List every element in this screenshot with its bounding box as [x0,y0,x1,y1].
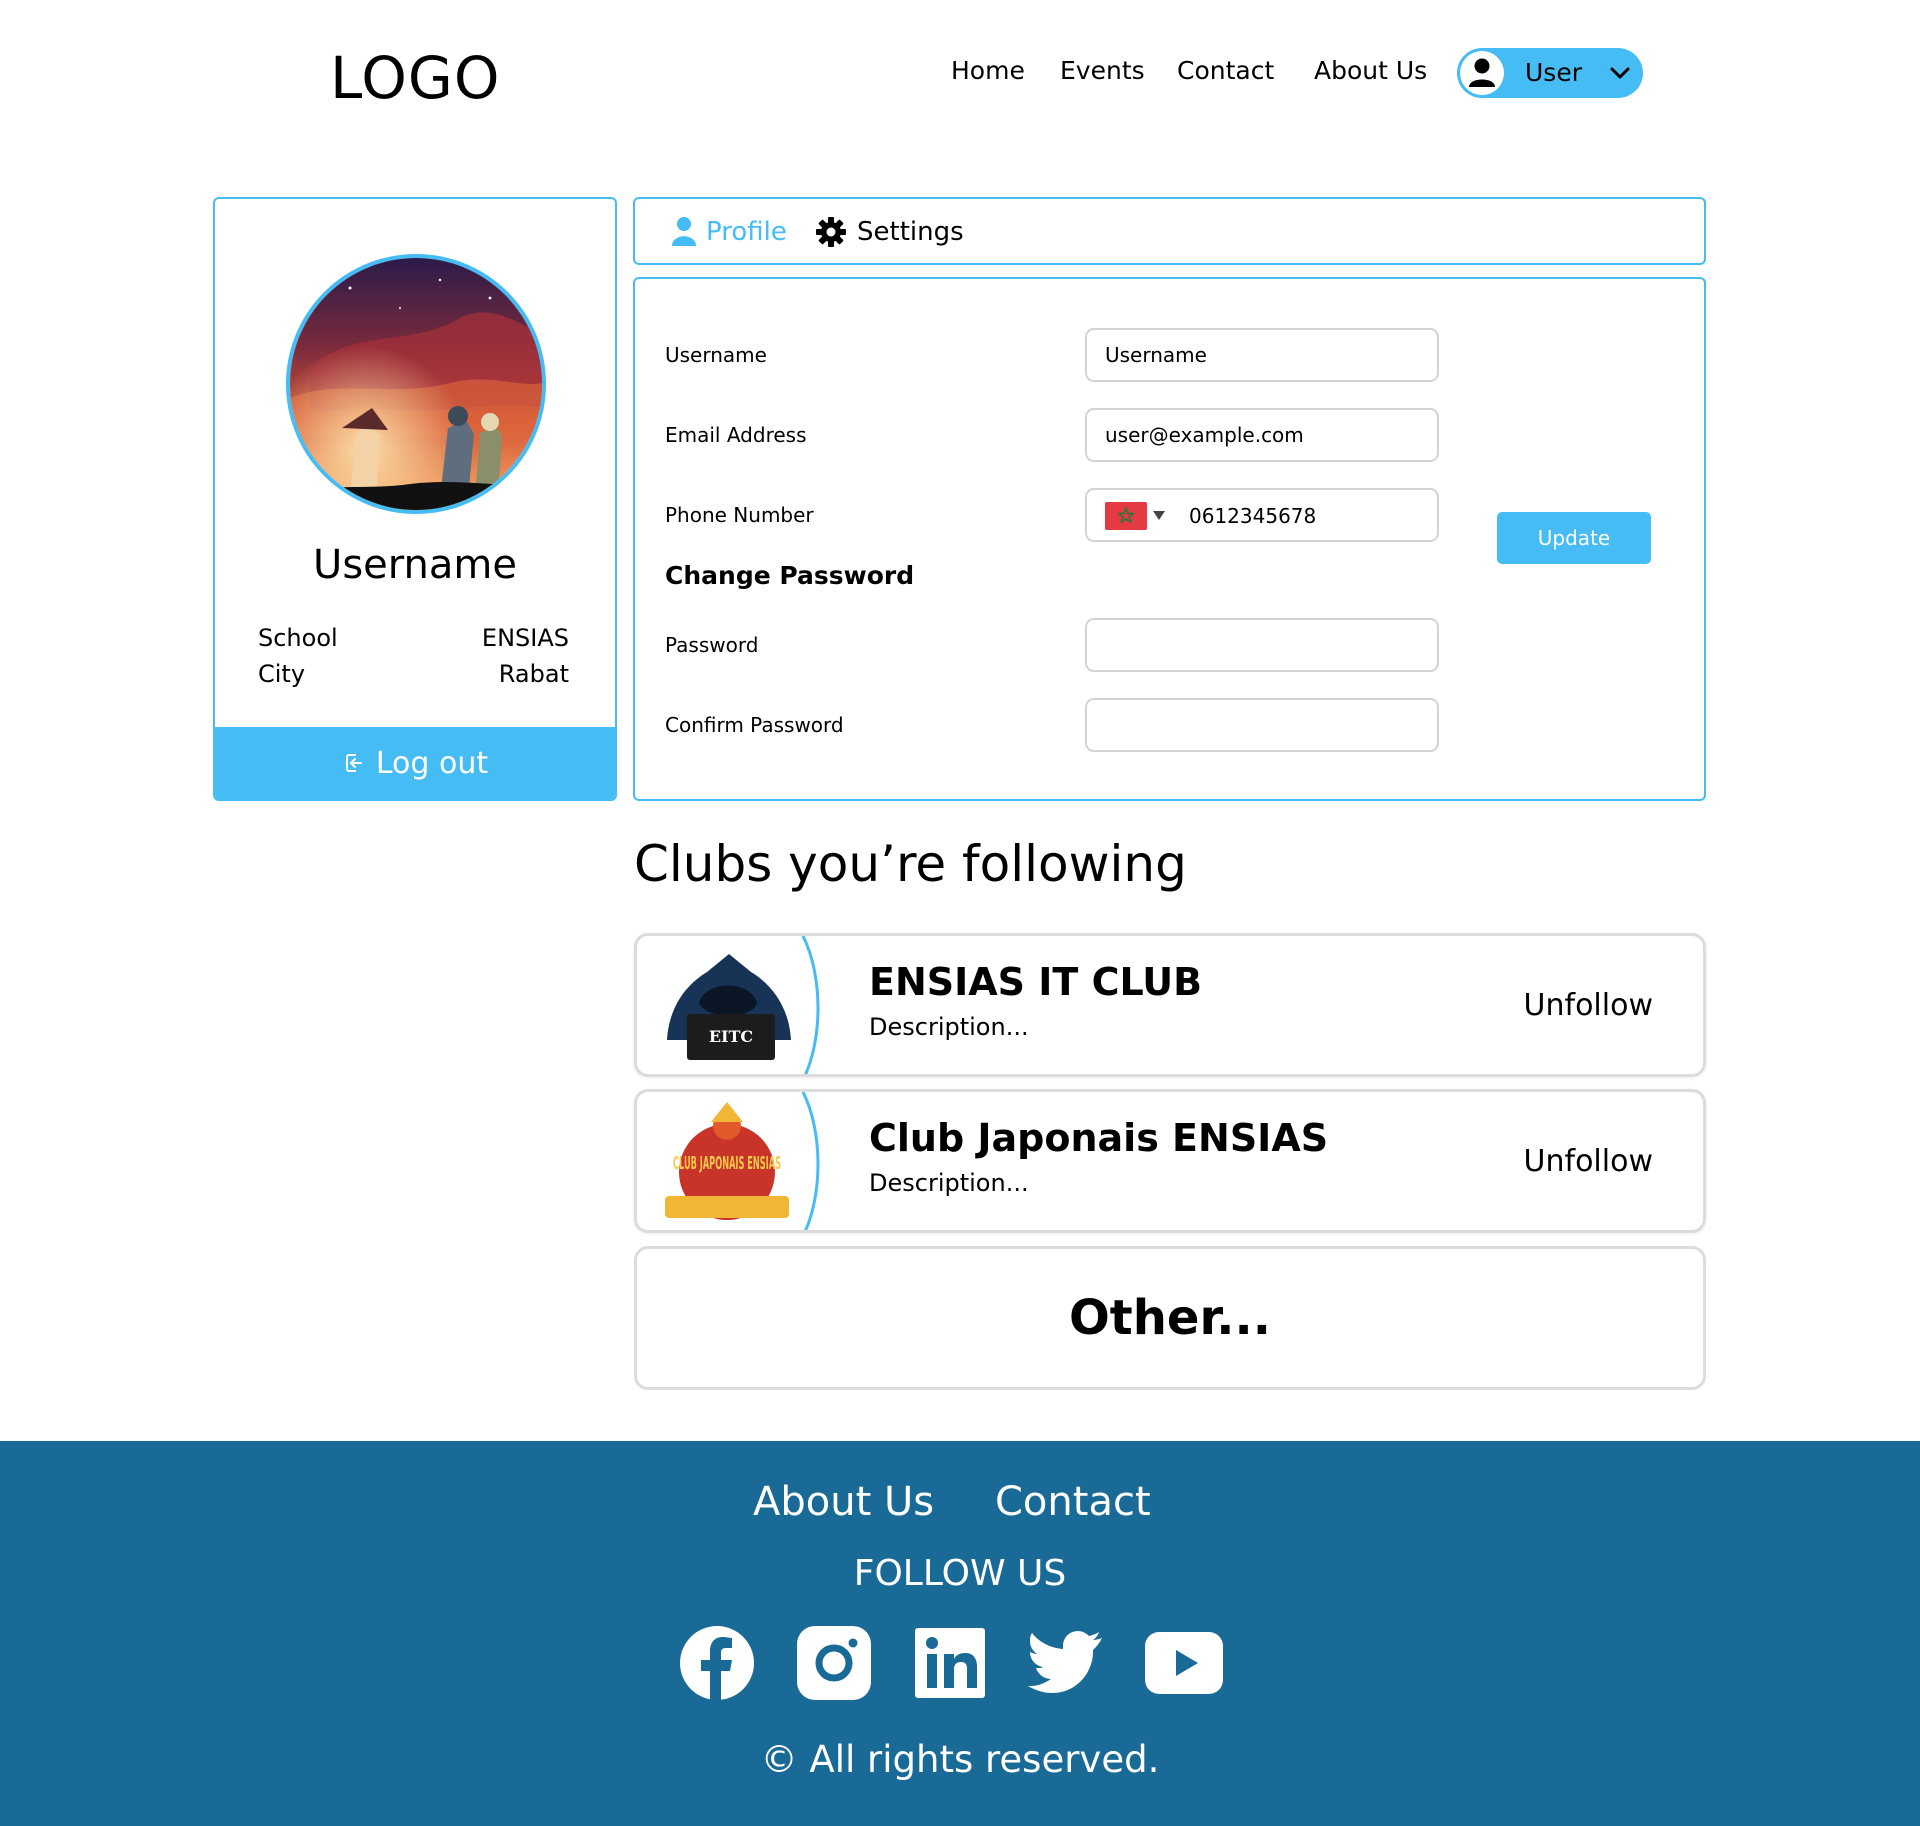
user-icon [1460,51,1504,95]
change-password-heading: Change Password [665,561,915,590]
tab-profile[interactable]: Profile [672,216,787,248]
twitter-icon[interactable] [1026,1624,1104,1702]
youtube-icon[interactable] [1143,1624,1225,1702]
logout-label: Log out [375,745,489,781]
club-description: Description... [869,1169,1029,1197]
unfollow-button[interactable]: Unfollow [1524,988,1653,1023]
club-description: Description... [869,1013,1029,1041]
logo[interactable]: LOGO [330,44,501,112]
follow-us-heading: FOLLOW US [853,1553,1067,1594]
footer-contact[interactable]: Contact [995,1479,1151,1525]
profile-card: Username School ENSIAS City Rabat Log ou… [213,197,617,801]
email-input[interactable] [1085,408,1439,462]
facebook-icon[interactable] [678,1624,756,1702]
caret-down-icon[interactable] [1153,511,1165,520]
city-label: City [258,660,306,688]
club-name: ENSIAS IT CLUB [869,960,1203,1004]
card-username: Username [313,542,517,588]
nav-about-us[interactable]: About Us [1314,56,1427,85]
club-card[interactable]: CLUB JAPONAIS ENSIAS Club Japonais ENSIA… [634,1089,1706,1233]
password-label: Password [665,633,759,657]
username-label: Username [665,343,767,367]
tab-settings-label: Settings [857,217,964,247]
logout-button[interactable]: Log out [215,727,615,799]
email-label: Email Address [665,423,807,447]
phone-input[interactable]: 0612345678 [1085,488,1439,542]
profile-form: Username Email Address Phone Number 0612… [633,277,1706,801]
phone-label: Phone Number [665,503,814,527]
club-logo: EITC [637,936,827,1074]
footer-about-us[interactable]: About Us [753,1479,934,1525]
confirm-password-label: Confirm Password [665,713,844,737]
instagram-icon[interactable] [795,1624,873,1702]
user-menu-button[interactable]: User [1457,48,1643,98]
username-input[interactable] [1085,328,1439,382]
tab-bar: Profile Settings [633,197,1706,265]
profile-avatar[interactable] [286,254,546,514]
avatar-image [290,258,542,510]
password-input[interactable] [1085,618,1439,672]
nav-events[interactable]: Events [1060,56,1145,85]
country-flag-select[interactable] [1105,502,1147,530]
city-value: Rabat [498,660,569,688]
nav-contact[interactable]: Contact [1177,56,1274,85]
user-label: User [1525,58,1582,87]
confirm-password-input[interactable] [1085,698,1439,752]
other-clubs-button[interactable]: Other... [634,1246,1706,1390]
update-button[interactable]: Update [1497,512,1651,564]
tab-settings[interactable]: Settings [815,216,964,248]
japonais-logo-text: CLUB JAPONAIS ENSIAS [673,1153,781,1174]
unfollow-button[interactable]: Unfollow [1524,1144,1653,1179]
school-label: School [258,624,338,652]
club-logo: CLUB JAPONAIS ENSIAS [637,1092,827,1230]
tab-profile-label: Profile [706,217,787,247]
club-name: Club Japonais ENSIAS [869,1116,1329,1160]
eitc-logo-text: EITC [709,1027,753,1046]
linkedin-icon[interactable] [911,1624,989,1702]
school-value: ENSIAS [481,624,569,652]
person-icon [672,217,696,246]
phone-number-value[interactable]: 0612345678 [1189,504,1316,528]
logout-icon [345,754,362,772]
chevron-down-icon [1610,67,1630,79]
clubs-heading: Clubs you’re following [634,835,1187,893]
nav-home[interactable]: Home [951,56,1025,85]
footer: About Us Contact FOLLOW US © All rights … [0,1441,1920,1826]
copyright: © All rights reserved. [760,1738,1160,1781]
flag-star-icon [1118,507,1134,523]
gear-icon [816,217,846,247]
other-label: Other... [1068,1290,1271,1346]
club-card[interactable]: EITC ENSIAS IT CLUB Description... Unfol… [634,933,1706,1077]
